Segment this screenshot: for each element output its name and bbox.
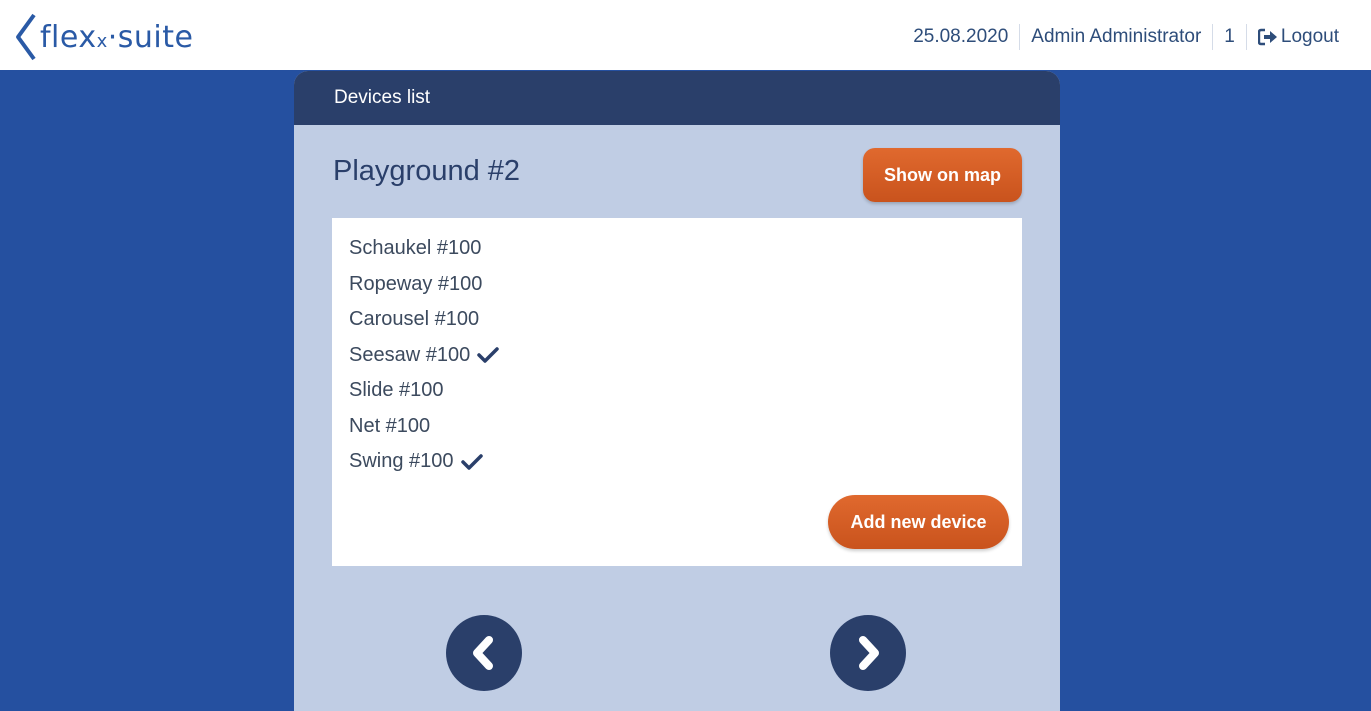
logo-text: flexx·suite <box>40 19 194 55</box>
device-label: Seesaw #100 <box>349 343 471 366</box>
logo[interactable]: flexx·suite <box>12 10 193 64</box>
device-list-box: Schaukel #100 Ropeway #100 Carousel #100 Se… <box>332 218 1022 566</box>
panel-header: Devices list <box>294 71 1060 125</box>
logo-bracket-icon <box>16 13 36 61</box>
chevron-right-icon <box>859 636 879 670</box>
device-item[interactable]: Carousel #100 <box>349 302 499 338</box>
current-date: 25.08.2020 <box>913 26 1009 47</box>
panel-header-title: Devices list <box>334 87 431 108</box>
logout-label: Logout <box>1280 26 1339 47</box>
page-title: Playground #2 <box>333 155 521 187</box>
devices-panel: Devices list Playground #2 Show on map S… <box>294 71 1060 711</box>
device-label: Slide #100 <box>349 379 444 401</box>
logout-button[interactable]: Logout <box>1257 26 1339 48</box>
user-info: 25.08.2020 Admin Administrator 1 Logout <box>913 24 1339 50</box>
device-label: Net #100 <box>349 414 431 437</box>
chevron-left-icon <box>473 636 493 670</box>
previous-button[interactable] <box>446 615 522 691</box>
device-label: Carousel #100 <box>349 308 480 330</box>
device-item[interactable]: Swing #100 <box>349 444 499 480</box>
divider <box>1212 24 1214 50</box>
checkmark-icon <box>477 346 499 364</box>
next-button[interactable] <box>830 615 906 691</box>
device-label: Swing #100 <box>349 450 454 472</box>
device-label: Schaukel #100 <box>349 237 482 259</box>
checkmark-icon <box>460 453 483 471</box>
top-bar: flexx·suite 25.08.2020 Admin Administrat… <box>0 0 1371 70</box>
show-on-map-button[interactable]: Show on map <box>863 148 1022 202</box>
device-label: Ropeway #100 <box>349 272 483 295</box>
divider <box>1245 24 1247 50</box>
device-list: Schaukel #100 Ropeway #100 Carousel #100 Se… <box>349 231 499 480</box>
device-item[interactable]: Schaukel #100 <box>349 231 499 267</box>
notification-count[interactable]: 1 <box>1224 26 1235 48</box>
sign-out-icon <box>1257 28 1277 46</box>
user-name[interactable]: Admin Administrator <box>1031 26 1201 48</box>
device-item[interactable]: Seesaw #100 <box>349 338 499 374</box>
device-item[interactable]: Ropeway #100 <box>349 267 499 303</box>
divider <box>1019 24 1021 50</box>
add-new-device-button[interactable]: Add new device <box>828 495 1009 549</box>
device-item[interactable]: Net #100 <box>349 409 499 445</box>
device-item[interactable]: Slide #100 <box>349 373 499 409</box>
